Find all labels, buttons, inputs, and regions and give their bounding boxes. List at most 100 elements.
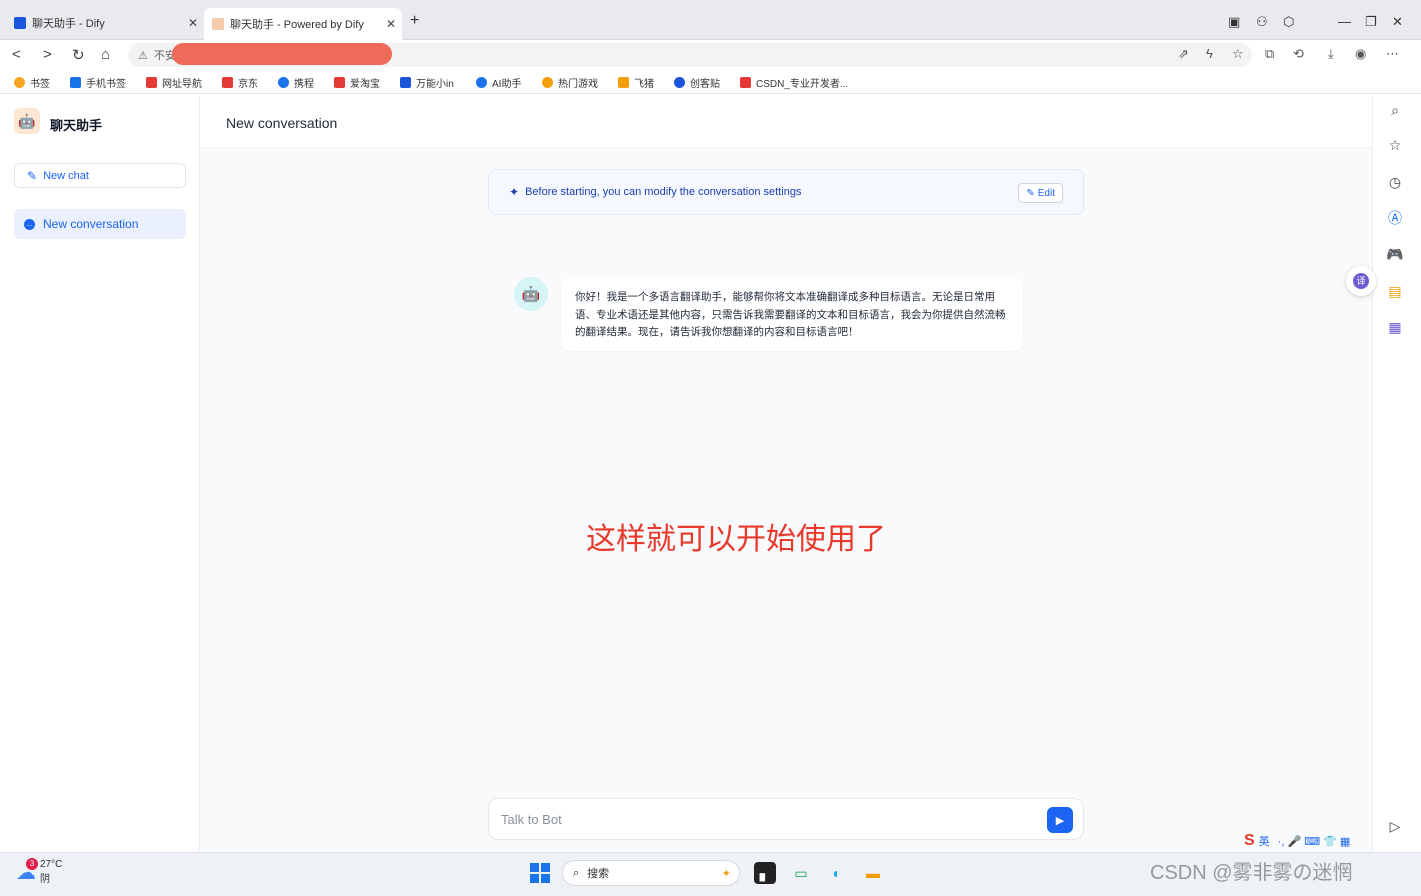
forward-icon[interactable]: > — [43, 46, 52, 63]
history-clock-icon[interactable]: ◷ — [1385, 172, 1405, 192]
bookmark-item[interactable]: 京东 — [222, 75, 258, 90]
bookmark-item[interactable]: 万能小in — [400, 75, 454, 90]
bookmark-item[interactable]: CSDN_专业开发者... — [740, 75, 848, 90]
extension-icon[interactable]: ⧉ — [1265, 46, 1274, 62]
bookmark-item[interactable]: 携程 — [278, 75, 314, 90]
new-tab-plus-icon[interactable]: + — [410, 12, 419, 30]
chat-bubble-icon: … — [24, 218, 35, 230]
notification-badge: 3 — [26, 857, 38, 870]
weather-desc: 阴 — [40, 874, 50, 885]
bookmark-item[interactable]: AI助手 — [476, 75, 521, 90]
reload-icon[interactable]: ↻ — [72, 46, 85, 64]
bookmark-item[interactable]: 创客贴 — [674, 75, 720, 90]
edit-pen-icon: ✎ — [1026, 187, 1035, 199]
bookmark-item[interactable]: 飞猪 — [618, 75, 654, 90]
page-title: New conversation — [226, 115, 338, 131]
tab-actions-icon[interactable]: ▣ — [1228, 14, 1240, 30]
bookmark-item[interactable]: 网址导航 — [146, 75, 202, 90]
minimize-icon[interactable]: — — [1338, 14, 1351, 29]
watermark: CSDN @雾非雾の迷惘 — [1150, 862, 1353, 884]
tab-title: 聊天助手 - Powered by Dify — [230, 19, 364, 31]
favorites-star-icon[interactable]: ☆ — [1385, 135, 1405, 155]
dify-favicon-icon — [14, 17, 26, 29]
csdn-icon — [740, 77, 751, 88]
copilot-sparkle-icon: ✦ — [721, 867, 731, 880]
tab-powered-by-dify[interactable]: 聊天助手 - Powered by Dify ✕ — [204, 8, 402, 40]
bookmark-item[interactable]: 书签 — [14, 75, 50, 90]
tab-title: 聊天助手 - Dify — [32, 18, 105, 30]
tab-dify[interactable]: 聊天助手 - Dify ✕ — [6, 10, 204, 36]
ime-toolbar[interactable]: S 英 ·, 🎤 ⌨ 👕 ▦ — [1244, 830, 1350, 852]
url-redaction — [172, 43, 392, 65]
bookmark-item[interactable]: 手机书签 — [70, 75, 126, 90]
security-warning-icon: ⚠ — [138, 49, 148, 62]
conversation-settings-banner: ✦ Before starting, you can modify the co… — [488, 169, 1084, 215]
edit-label: Edit — [1037, 187, 1055, 199]
ai-assistant-icon — [476, 77, 487, 88]
weather-widget[interactable]: ☁ 3 27°C 阴 — [16, 857, 63, 885]
home-icon[interactable]: ⌂ — [101, 46, 110, 63]
incognito-icon[interactable]: ⚇ — [1256, 14, 1268, 30]
close-tab-icon[interactable]: ✕ — [188, 16, 198, 30]
close-tab-icon[interactable]: ✕ — [386, 17, 396, 31]
bookmark-icon — [70, 77, 81, 88]
games-icon — [542, 77, 553, 88]
toolbox-icon[interactable]: ▤ — [1385, 281, 1405, 301]
weather-temp: 27°C — [40, 859, 63, 870]
app-name: 聊天助手 — [50, 118, 103, 133]
conversation-item[interactable]: … New conversation — [14, 209, 186, 239]
chat-composer[interactable]: ▶ — [488, 798, 1084, 840]
sparkle-icon: ✦ — [509, 185, 520, 199]
bookmark-icon — [674, 77, 685, 88]
taskbar-search[interactable]: ⌕ 搜索 ✦ — [562, 860, 740, 886]
bookmark-icon — [400, 77, 411, 88]
new-chat-button[interactable]: ✎ New chat — [14, 163, 186, 188]
back-icon[interactable]: < — [12, 46, 21, 63]
send-button[interactable]: ▶ — [1047, 807, 1073, 833]
star-icon[interactable]: ☆ — [1232, 46, 1244, 62]
maximize-icon[interactable]: ❐ — [1365, 14, 1377, 30]
lightning-icon[interactable]: ϟ — [1206, 46, 1213, 61]
annotation-text: 这样就可以开始使用了 — [586, 522, 886, 557]
ai-icon[interactable]: Ⓐ — [1385, 208, 1405, 228]
download-icon[interactable]: ⤓ — [1328, 46, 1334, 62]
ime-icons: ·, 🎤 ⌨ 👕 ▦ — [1277, 835, 1351, 848]
settings-banner-text: Before starting, you can modify the conv… — [525, 186, 802, 198]
edit-settings-button[interactable]: ✎ Edit — [1018, 183, 1063, 203]
search-icon[interactable]: ⌕ — [1385, 100, 1405, 120]
file-explorer-icon[interactable]: ▬ — [862, 862, 884, 884]
chat-main: New conversation ✦ Before starting, you … — [200, 96, 1372, 852]
translate-icon[interactable]: ▦ — [1385, 317, 1405, 337]
jd-icon — [222, 77, 233, 88]
robot-logo-icon: 🤖 — [14, 108, 40, 134]
taskbar-search-label: 搜索 — [587, 868, 610, 880]
browser-tab-bar: 聊天助手 - Dify ✕ 聊天助手 - Powered by Dify ✕ +… — [0, 0, 1421, 40]
ime-language: 英 — [1258, 836, 1270, 848]
more-menu-icon[interactable]: ⋯ — [1386, 46, 1399, 62]
extensions-icon[interactable]: ⬡ — [1283, 14, 1294, 30]
sogou-logo-icon: S — [1244, 832, 1255, 849]
close-window-icon[interactable]: ✕ — [1392, 14, 1403, 30]
gamepad-icon[interactable]: 🎮 — [1385, 244, 1405, 264]
bookmark-item[interactable]: 热门游戏 — [542, 75, 598, 90]
profile-avatar-icon[interactable]: ◉ — [1355, 46, 1366, 62]
chat-input[interactable] — [501, 811, 1021, 827]
browser-right-sidebar: ⌕ ☆ ◷ Ⓐ 🎮 ▤ ▦ ▷ — [1372, 96, 1421, 852]
bookmark-icon — [146, 77, 157, 88]
share-icon[interactable]: ⇗ — [1178, 46, 1189, 62]
translate-fab-button[interactable]: 译 — [1346, 266, 1376, 296]
screen-app-icon[interactable]: ▭ — [790, 862, 812, 884]
bookmarks-bar: 书签 手机书签 网址导航 京东 携程 爱淘宝 万能小in AI助手 热门游戏 飞… — [0, 70, 1421, 94]
windows-start-icon[interactable] — [530, 863, 550, 883]
new-chat-label: New chat — [43, 169, 89, 182]
history-icon[interactable]: ⟲ — [1293, 46, 1304, 62]
bookmark-item[interactable]: 爱淘宝 — [334, 75, 380, 90]
bot-avatar-icon: 🤖 — [514, 277, 548, 311]
conversation-label: New conversation — [43, 217, 139, 231]
taobao-icon — [334, 77, 345, 88]
send-icon: ▶ — [1055, 814, 1065, 827]
edge-browser-icon[interactable]: ◐ — [826, 862, 848, 884]
task-view-icon[interactable]: ▖ — [754, 862, 776, 884]
collapse-sidebar-icon[interactable]: ▷ — [1385, 816, 1405, 836]
translate-icon: 译 — [1353, 273, 1369, 289]
